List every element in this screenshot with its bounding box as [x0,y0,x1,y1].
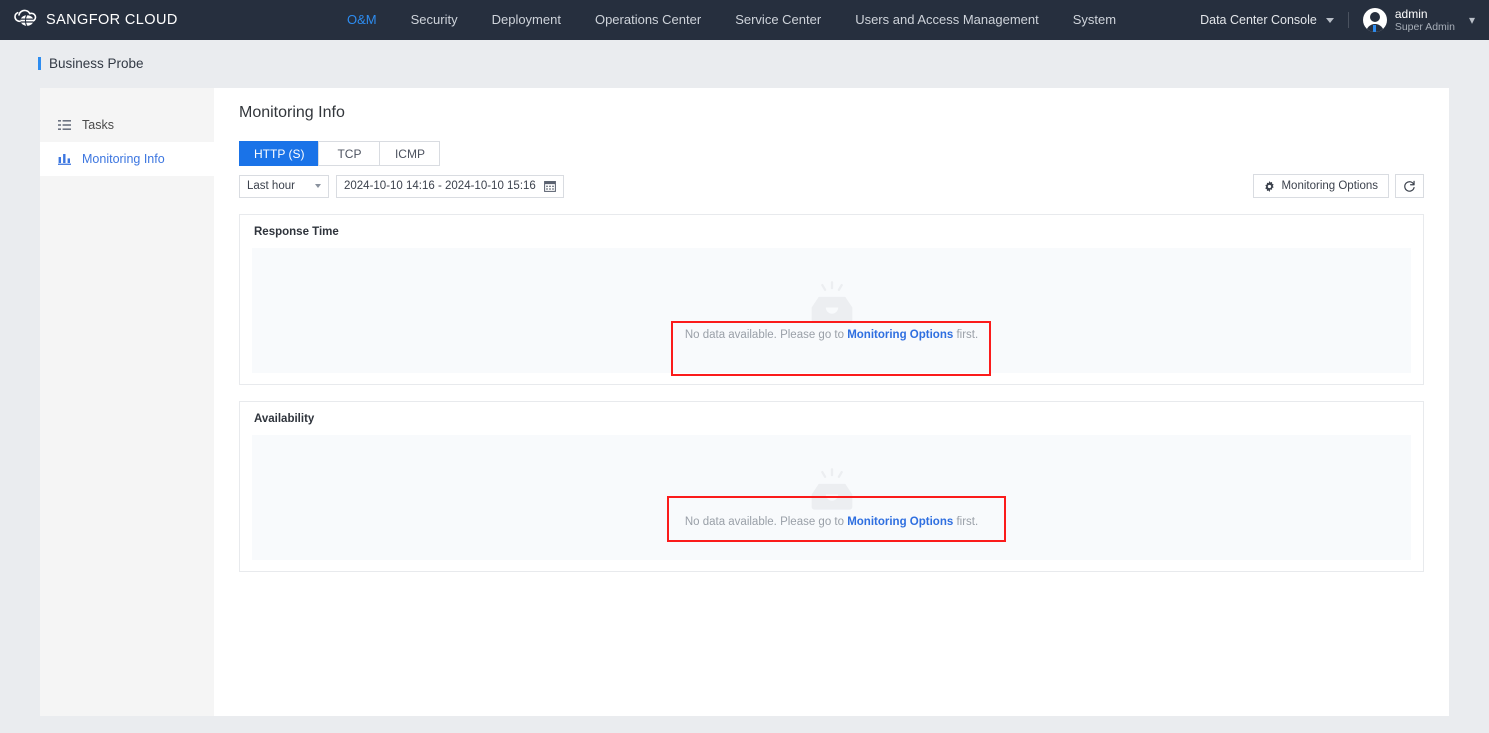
card-title: Availability [254,413,315,425]
console-selector-label: Data Center Console [1200,13,1317,27]
top-right-area: Data Center Console admin Super Admin ▾ [1200,0,1489,40]
main-content: Monitoring Info HTTP (S) TCP ICMP Last h… [214,88,1449,716]
chevron-down-icon [1325,17,1334,23]
empty-box-icon [811,280,852,323]
nav-item-security[interactable]: Security [394,0,475,40]
availability-chart-area: No data available. Please go to Monitori… [252,435,1411,560]
tab-https[interactable]: HTTP (S) [239,141,319,166]
sidebar-item-label: Monitoring Info [82,152,165,166]
empty-state-text: No data available. Please go to Monitori… [685,516,978,528]
empty-state: No data available. Please go to Monitori… [252,467,1411,528]
bar-chart-icon [58,153,73,165]
empty-box-icon [811,467,852,510]
monitoring-options-label: Monitoring Options [1281,180,1378,192]
card-title: Response Time [254,226,339,238]
sidebar-item-tasks[interactable]: Tasks [40,108,214,142]
chevron-down-icon: ▾ [1468,12,1475,27]
chevron-down-icon [315,184,321,188]
sidebar-item-label: Tasks [82,118,114,132]
empty-text-after: first. [953,328,979,341]
time-range-preset-value: Last hour [247,180,295,192]
tab-icmp[interactable]: ICMP [379,141,441,166]
empty-state: No data available. Please go to Monitori… [252,280,1411,341]
console-selector[interactable]: Data Center Console [1200,13,1334,27]
nav-item-users-and-access-management[interactable]: Users and Access Management [838,0,1056,40]
sidebar: Tasks Monitoring Info [40,88,214,716]
calendar-icon [543,181,556,192]
nav-item-system[interactable]: System [1056,0,1133,40]
brand-name: SANGFOR CLOUD [46,12,178,28]
nav-item-om[interactable]: O&M [330,0,394,40]
empty-state-text: No data available. Please go to Monitori… [685,329,978,341]
tab-tcp[interactable]: TCP [318,141,380,166]
divider [1347,12,1349,28]
user-role: Super Admin [1394,20,1455,33]
toolbar-actions: Monitoring Options [1253,174,1424,198]
top-navigation-bar: SANGFOR CLOUD O&M Security Deployment Op… [0,0,1489,40]
availability-card: Availability No data available. Please g… [239,401,1424,572]
list-icon [58,119,73,131]
monitoring-options-link[interactable]: Monitoring Options [847,329,953,341]
monitoring-options-button[interactable]: Monitoring Options [1253,174,1389,198]
protocol-tabs: HTTP (S) TCP ICMP [239,141,1449,166]
main-nav: O&M Security Deployment Operations Cente… [330,0,1133,40]
gear-icon [1265,180,1275,192]
toolbar: Last hour 2024-10-10 14:16 - 2024-10-10 … [239,174,1424,198]
response-time-card: Response Time No data available. Please … [239,214,1424,385]
sidebar-item-monitoring-info[interactable]: Monitoring Info [40,142,214,176]
empty-text-before: No data available. Please go to [684,515,848,528]
date-range-picker[interactable]: 2024-10-10 14:16 - 2024-10-10 15:16 [336,174,564,198]
breadcrumb: Business Probe [49,55,144,71]
breadcrumb-bar: Business Probe [0,40,1489,86]
refresh-button[interactable] [1395,174,1424,198]
nav-item-service-center[interactable]: Service Center [718,0,838,40]
nav-item-operations-center[interactable]: Operations Center [578,0,718,40]
sangfor-cloud-logo-icon [14,9,37,27]
date-range-value: 2024-10-10 14:16 - 2024-10-10 15:16 [344,180,536,192]
breadcrumb-accent [38,56,41,70]
brand[interactable]: SANGFOR CLOUD [0,9,330,31]
time-range-preset-select[interactable]: Last hour [239,174,329,198]
refresh-icon [1404,180,1415,192]
empty-text-before: No data available. Please go to [684,328,848,341]
monitoring-options-link[interactable]: Monitoring Options [847,516,953,528]
user-menu[interactable]: admin Super Admin ▾ [1362,6,1475,34]
avatar [1362,7,1387,32]
response-time-chart-area: No data available. Please go to Monitori… [252,248,1411,373]
page-title: Monitoring Info [239,104,345,121]
user-name: admin [1394,6,1428,21]
nav-item-deployment[interactable]: Deployment [475,0,578,40]
empty-text-after: first. [953,515,979,528]
